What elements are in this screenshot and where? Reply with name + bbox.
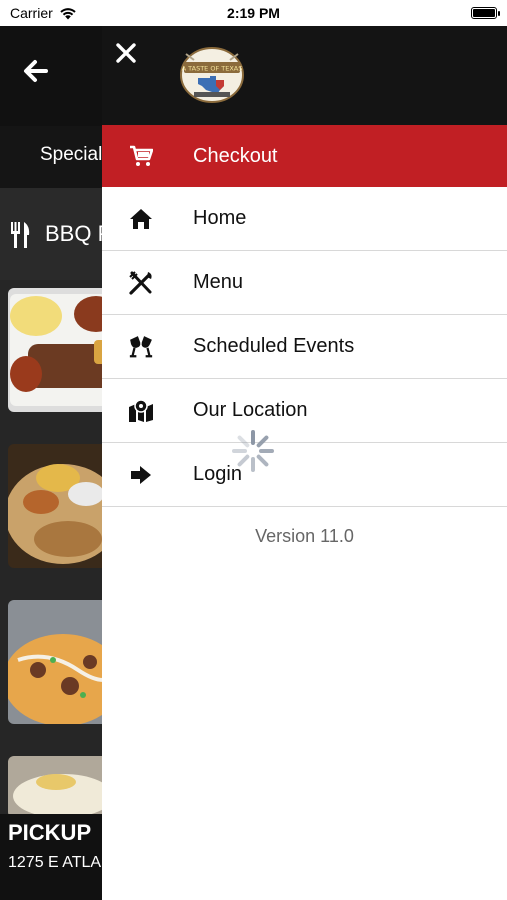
side-drawer: A TASTE OF TEXAS Checkout Home Menu Schedul… [102, 26, 507, 900]
close-icon[interactable] [114, 41, 138, 65]
status-bar: Carrier 2:19 PM [0, 0, 507, 26]
drawer-header: A TASTE OF TEXAS [102, 26, 507, 125]
wifi-icon [60, 7, 76, 19]
home-icon [128, 206, 154, 232]
pickup-title: PICKUP [8, 820, 92, 845]
loading-spinner [232, 430, 274, 472]
battery-fill [473, 9, 495, 17]
tab-special[interactable]: Special [40, 144, 102, 166]
restaurant-logo: A TASTE OF TEXAS [180, 47, 244, 103]
map-marker-icon [128, 398, 154, 424]
menu-item-label: Menu [193, 271, 244, 293]
utensils-icon [11, 222, 30, 248]
menu-item-menu[interactable]: Menu [102, 251, 507, 315]
menu-item-scheduled-events[interactable]: Scheduled Events [102, 315, 507, 379]
status-left: Carrier [10, 5, 77, 21]
cart-icon [128, 143, 154, 169]
menu-item-checkout[interactable]: Checkout [102, 125, 507, 187]
fork-knife-icon [128, 270, 154, 296]
menu-item-home[interactable]: Home [102, 187, 507, 251]
cheers-icon [128, 334, 154, 360]
svg-text:A TASTE OF TEXAS: A TASTE OF TEXAS [182, 65, 243, 73]
carrier-label: Carrier [10, 5, 53, 21]
sign-in-icon [128, 462, 154, 488]
menu-item-login[interactable]: Login [102, 443, 507, 507]
menu-item-label: Home [193, 207, 247, 229]
menu-item-label: Our Location [193, 399, 308, 421]
battery-icon [471, 7, 500, 19]
menu-item-label: Checkout [193, 144, 278, 167]
menu-item-label: Scheduled Events [193, 335, 355, 357]
version-label: Version 11.0 [255, 526, 354, 546]
back-arrow-icon[interactable] [20, 56, 50, 86]
drawer-menu: Checkout Home Menu Scheduled Events Our Loca… [102, 125, 507, 507]
menu-item-our-location[interactable]: Our Location [102, 379, 507, 443]
